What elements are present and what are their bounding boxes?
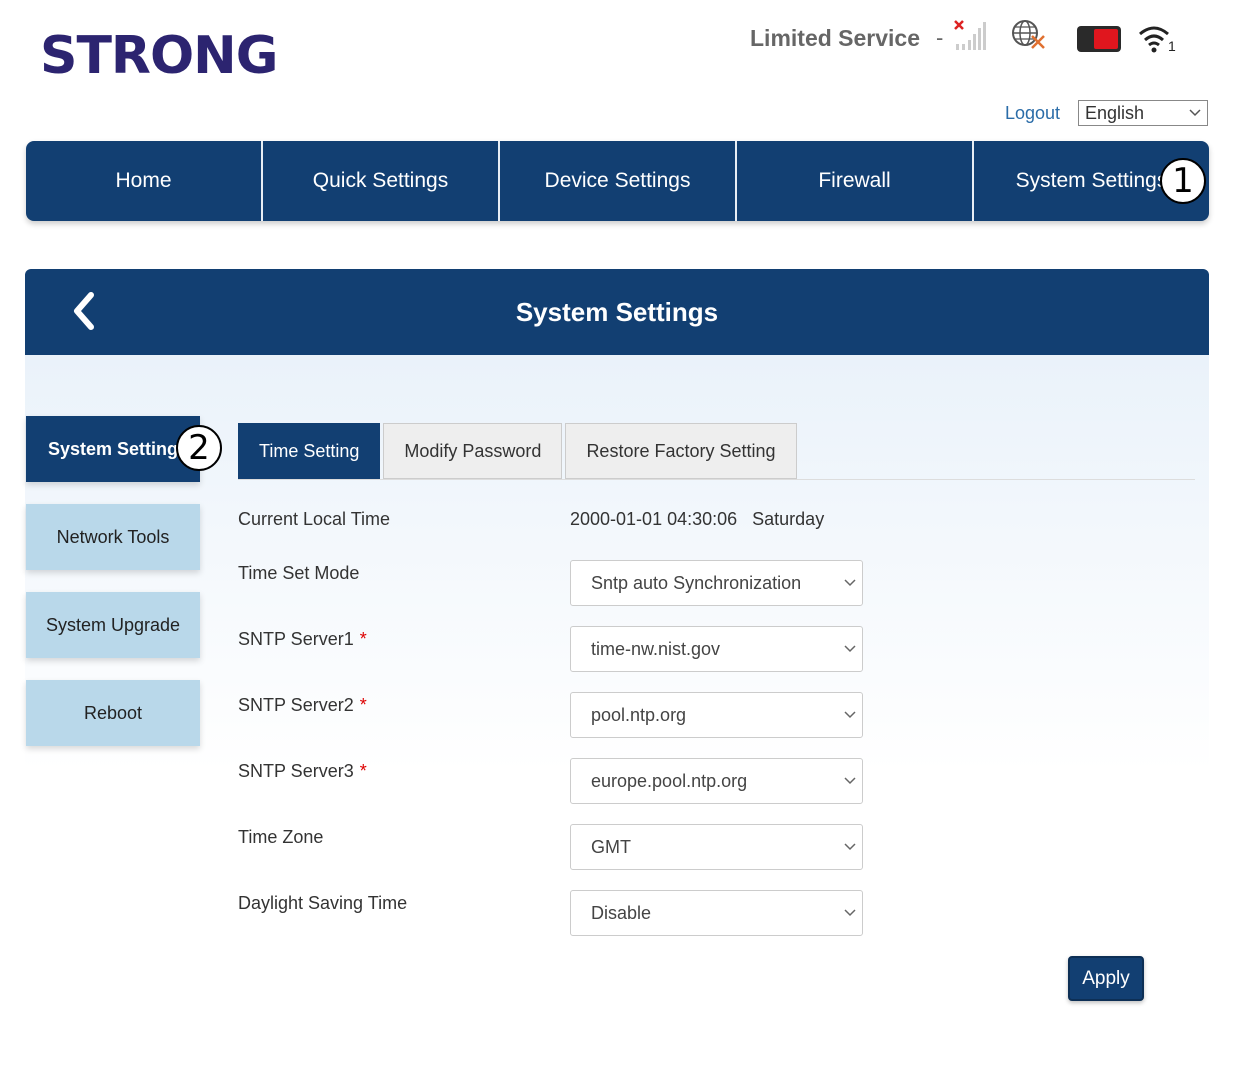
sntp-server1-label: SNTP Server1 *	[238, 629, 367, 650]
nav-firewall-label: Firewall	[818, 169, 891, 192]
current-local-time-value: 2000-01-01 04:30:06 Saturday	[570, 509, 825, 529]
page-title: System Settings	[515, 296, 719, 327]
daylight-saving-time-label: Daylight Saving Time	[238, 893, 408, 913]
sntp-server2-label-text: SNTP Server2	[238, 695, 354, 715]
sidebar-network-tools-label: Network Tools	[56, 526, 170, 547]
chevron-down-icon	[844, 777, 856, 785]
sidebar-item-network-tools[interactable]: Network Tools	[26, 504, 200, 570]
nav-quick-settings-label: Quick Settings	[312, 169, 449, 192]
sntp-server3-value: europe.pool.ntp.org	[591, 770, 748, 791]
time-set-mode-select[interactable]: Sntp auto Synchronization	[570, 560, 863, 606]
sidebar-reboot-label: Reboot	[83, 702, 143, 723]
battery-low-icon	[1077, 26, 1121, 52]
chevron-down-icon	[844, 711, 856, 719]
sidebar-item-system-upgrade[interactable]: System Upgrade	[26, 592, 200, 658]
tab-divider	[238, 479, 1195, 480]
tab-restore-factory-setting-label: Restore Factory Setting	[586, 440, 776, 461]
internet-disconnected-icon	[1012, 20, 1045, 49]
signal-strength-no-signal-icon	[954, 20, 986, 50]
tab-time-setting[interactable]: Time Setting	[238, 423, 381, 479]
sidebar-system-upgrade-label: System Upgrade	[45, 614, 181, 635]
sntp-server2-label: SNTP Server2 *	[238, 695, 367, 716]
time-set-mode-value: Sntp auto Synchronization	[591, 572, 802, 593]
nav-device-settings[interactable]: Device Settings	[500, 141, 737, 221]
current-local-time-label: Current Local Time	[238, 509, 391, 529]
sntp-server3-label: SNTP Server3 *	[238, 761, 367, 782]
time-zone-label: Time Zone	[238, 827, 324, 847]
apply-button[interactable]: Apply	[1068, 956, 1144, 1001]
sntp-server1-select[interactable]: time-nw.nist.gov	[570, 626, 863, 672]
callout-marker-1: 1	[1160, 158, 1206, 204]
connection-status: Limited Service -	[750, 20, 943, 56]
sidebar-item-reboot[interactable]: Reboot	[26, 680, 200, 746]
settings-tabs: Time Setting Modify Password Restore Fac…	[238, 423, 800, 479]
chevron-down-icon	[1189, 109, 1201, 117]
daylight-saving-time-select[interactable]: Disable	[570, 890, 863, 936]
nav-device-settings-label: Device Settings	[544, 169, 691, 192]
main-nav: Home Quick Settings Device Settings Fire…	[26, 141, 1209, 221]
sntp-server2-value: pool.ntp.org	[591, 704, 687, 725]
nav-quick-settings[interactable]: Quick Settings	[263, 141, 500, 221]
required-mark: *	[359, 761, 367, 781]
top-links: Logout English	[1005, 100, 1208, 126]
status-separator: -	[936, 25, 944, 50]
callout-marker-2: 2	[176, 425, 222, 471]
sntp-server3-label-text: SNTP Server3	[238, 761, 354, 781]
nav-home[interactable]: Home	[26, 141, 263, 221]
chevron-down-icon	[844, 909, 856, 917]
sidebar-item-system-setting[interactable]: System Setting	[26, 416, 200, 482]
required-mark: *	[359, 695, 367, 715]
chevron-down-icon	[844, 579, 856, 587]
tab-modify-password-label: Modify Password	[404, 440, 542, 461]
tab-modify-password[interactable]: Modify Password	[383, 423, 563, 479]
nav-system-settings-label: System Settings	[1015, 169, 1168, 192]
tab-time-setting-label: Time Setting	[259, 440, 360, 461]
wifi-client-count: 1	[1168, 38, 1176, 54]
nav-firewall[interactable]: Firewall	[737, 141, 974, 221]
time-zone-select[interactable]: GMT	[570, 824, 863, 870]
time-zone-value: GMT	[591, 836, 631, 857]
chevron-down-icon	[844, 843, 856, 851]
nav-home-label: Home	[115, 169, 172, 192]
language-value: English	[1085, 102, 1145, 123]
language-select[interactable]: English	[1078, 100, 1208, 126]
logo-text: STRONG	[40, 26, 278, 86]
logout-link[interactable]: Logout	[1005, 103, 1060, 124]
chevron-down-icon	[844, 645, 856, 653]
required-mark: *	[359, 629, 367, 649]
time-set-mode-label: Time Set Mode	[238, 563, 360, 583]
strong-logo: STRONG	[40, 26, 278, 86]
sntp-server1-value: time-nw.nist.gov	[591, 638, 721, 659]
sntp-server3-select[interactable]: europe.pool.ntp.org	[570, 758, 863, 804]
sidebar-system-setting-label: System Setting	[47, 438, 179, 459]
tab-restore-factory-setting[interactable]: Restore Factory Setting	[565, 423, 797, 479]
sntp-server1-label-text: SNTP Server1	[238, 629, 354, 649]
sntp-server2-select[interactable]: pool.ntp.org	[570, 692, 863, 738]
daylight-saving-time-value: Disable	[591, 902, 652, 923]
service-status-text: Limited Service	[750, 24, 921, 51]
page-header: System Settings	[25, 269, 1209, 355]
back-arrow-icon[interactable]	[69, 291, 99, 331]
